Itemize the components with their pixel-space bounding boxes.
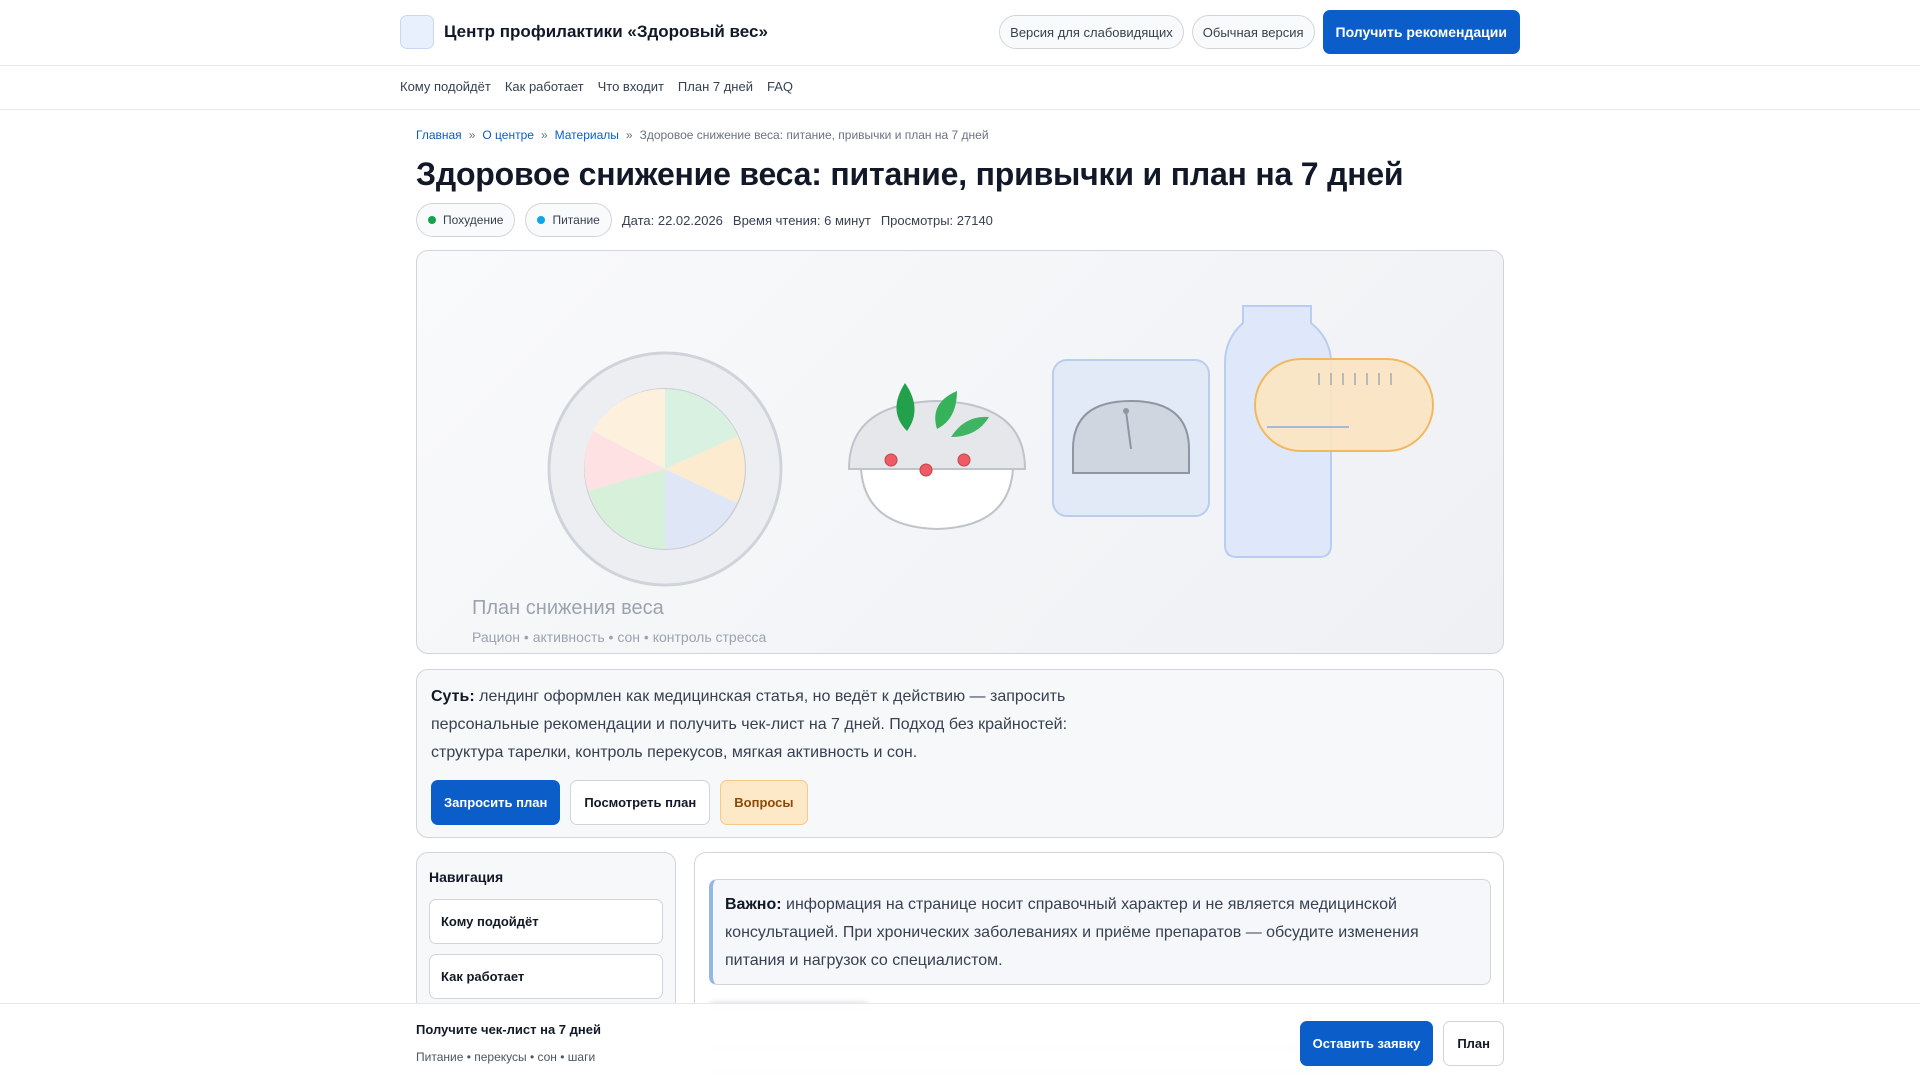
questions-button[interactable]: Вопросы (720, 780, 808, 825)
article-meta: Похудение Питание Дата: 22.02.2026 Время… (416, 203, 993, 237)
nav-item-how[interactable]: Как работает (505, 79, 584, 94)
salad-bowl-icon (847, 383, 1027, 531)
normal-version-button[interactable]: Обычная версия (1191, 15, 1315, 49)
low-vision-button[interactable]: Версия для слабовидящих (999, 15, 1184, 49)
breadcrumb-home[interactable]: Главная (416, 128, 462, 142)
sticky-actions: Оставить заявку План (1299, 1021, 1504, 1066)
page-title: Здоровое снижение веса: питание, привычк… (416, 156, 1404, 192)
view-plan-button[interactable]: Посмотреть план (570, 780, 711, 825)
breadcrumb-current: Здоровое снижение веса: питание, привычк… (639, 128, 989, 142)
sticky-subtitle: Питание • перекусы • сон • шаги (416, 1050, 596, 1064)
tag-label: Похудение (443, 213, 504, 227)
plan-button[interactable]: План (1443, 1021, 1504, 1066)
breadcrumb: Главная » О центре » Материалы » Здорово… (416, 128, 989, 142)
sidebar-item-how[interactable]: Как работает (429, 954, 663, 999)
nav-item-who[interactable]: Кому подойдёт (400, 79, 491, 94)
tag-nutrition[interactable]: Питание (525, 203, 612, 237)
summary-lead: Суть: (431, 688, 475, 705)
hero-subtitle: Рацион • активность • сон • контроль стр… (472, 629, 767, 645)
article-reading-time: Время чтения: 6 минут (732, 212, 871, 228)
section-nav: Кому подойдёт Как работает Что входит Пл… (0, 66, 1920, 110)
summary-actions: Запросить план Посмотреть план Вопросы (431, 780, 808, 825)
notice-text: информация на странице носит справочный … (725, 896, 1419, 969)
breadcrumb-separator: » (625, 128, 633, 142)
nav-item-included[interactable]: Что входит (598, 79, 664, 94)
header-actions: Версия для слабовидящих Обычная версия П… (999, 10, 1520, 54)
sticky-title: Получите чек-лист на 7 дней (416, 1022, 601, 1037)
site-header: Центр профилактики «Здоровый вес» Версия… (0, 0, 1920, 66)
hero-title: План снижения веса (472, 597, 664, 619)
scale-icon (1052, 359, 1210, 517)
tag-dot-icon (537, 216, 546, 224)
leave-request-button[interactable]: Оставить заявку (1299, 1021, 1434, 1066)
logo-icon (400, 15, 434, 49)
important-notice: Важно: информация на странице носит спра… (709, 879, 1491, 985)
breadcrumb-separator: » (540, 128, 548, 142)
hero-illustration: План снижения веса Рацион • активность •… (416, 250, 1504, 654)
plate-icon (547, 351, 783, 587)
notice-lead: Важно: (725, 896, 782, 913)
hero-artwork (547, 305, 1434, 587)
tag-label: Питание (552, 213, 600, 227)
breadcrumb-materials[interactable]: Материалы (555, 128, 619, 142)
summary-body: лендинг оформлен как медицинская статья,… (431, 688, 1068, 761)
summary-text: Суть: лендинг оформлен как медицинская с… (431, 683, 1091, 767)
breadcrumb-about[interactable]: О центре (482, 128, 534, 142)
article-views: Просмотры: 27140 (880, 212, 993, 228)
article-date: Дата: 22.02.2026 (621, 212, 723, 228)
tag-weight-loss[interactable]: Похудение (416, 203, 516, 237)
tag-dot-icon (428, 216, 436, 224)
breadcrumb-separator: » (468, 128, 476, 142)
nav-item-faq[interactable]: FAQ (767, 79, 793, 94)
measuring-tape-icon (1254, 358, 1434, 452)
request-plan-button[interactable]: Запросить план (431, 780, 561, 825)
sidebar-title: Навигация (429, 869, 504, 885)
sticky-cta-bar: Получите чек-лист на 7 дней Питание • пе… (0, 1003, 1920, 1080)
summary-box: Суть: лендинг оформлен как медицинская с… (416, 669, 1504, 838)
sidebar-item-who[interactable]: Кому подойдёт (429, 899, 663, 944)
nav-item-plan[interactable]: План 7 дней (678, 79, 753, 94)
brand[interactable]: Центр профилактики «Здоровый вес» (400, 15, 768, 49)
get-recommendations-button[interactable]: Получить рекомендации (1322, 10, 1520, 54)
brand-name: Центр профилактики «Здоровый вес» (444, 22, 768, 41)
